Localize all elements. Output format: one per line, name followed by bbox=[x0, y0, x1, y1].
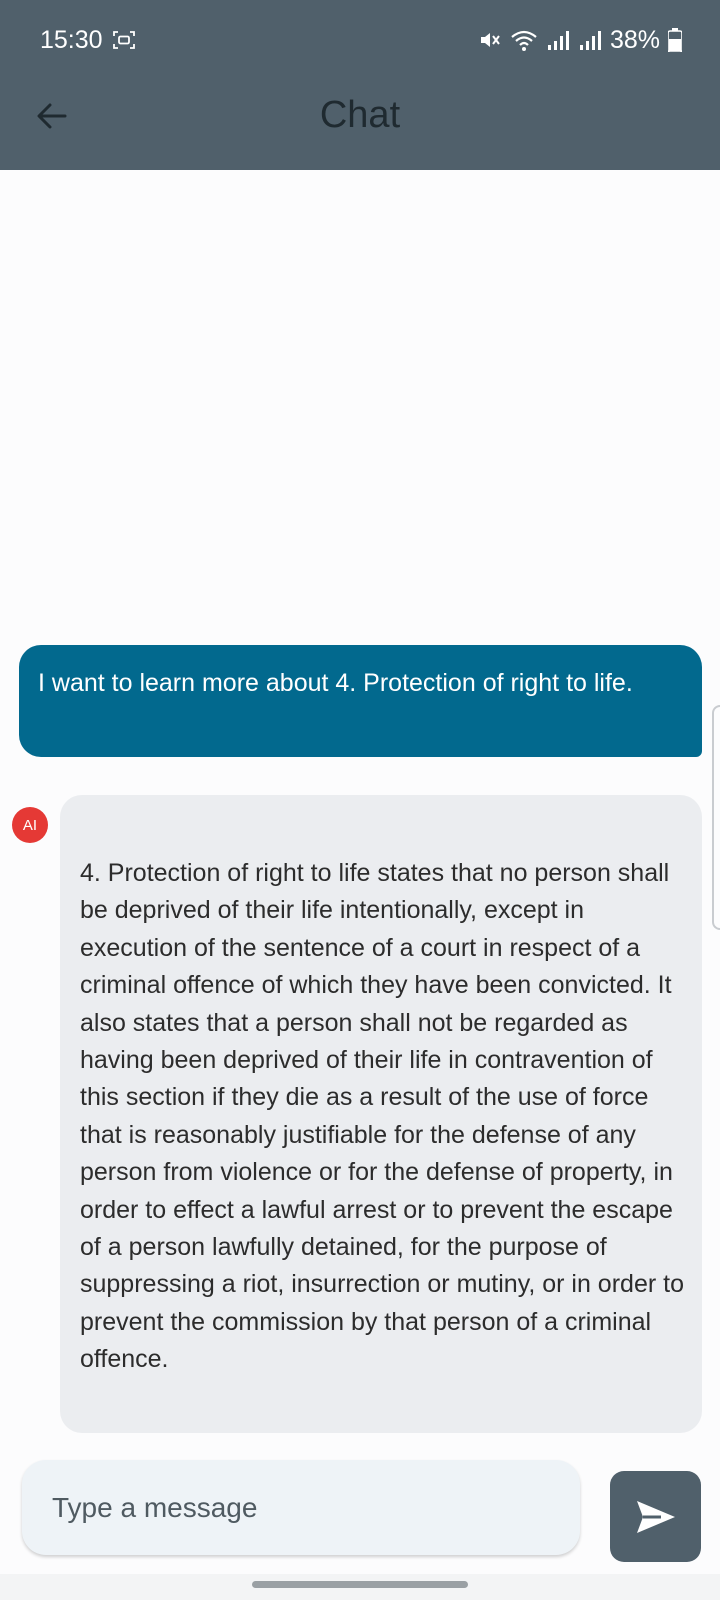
scroll-indicator[interactable] bbox=[712, 705, 720, 930]
ai-message: 4. Protection of right to life states th… bbox=[60, 795, 702, 1433]
screen-record-icon bbox=[113, 31, 135, 49]
home-indicator[interactable] bbox=[252, 1581, 468, 1588]
battery-icon bbox=[668, 28, 682, 52]
page-title: Chat bbox=[319, 94, 401, 136]
send-icon bbox=[636, 1500, 675, 1533]
signal-icon bbox=[547, 31, 569, 50]
status-time: 15:30 bbox=[40, 26, 103, 54]
mute-icon bbox=[480, 33, 500, 47]
ai-avatar: AI bbox=[12, 807, 48, 843]
app-header: 15:30 38% Chat bbox=[0, 0, 720, 170]
send-button[interactable] bbox=[610, 1471, 701, 1562]
status-icons: 38% bbox=[478, 22, 682, 58]
signal-icon-2 bbox=[579, 31, 601, 50]
battery-percent: 38% bbox=[609, 25, 660, 54]
message-composer bbox=[22, 1460, 580, 1555]
wifi-icon bbox=[511, 30, 537, 51]
system-nav-bar bbox=[0, 1574, 720, 1600]
message-input[interactable] bbox=[52, 1460, 552, 1555]
user-message: I want to learn more about 4. Protection… bbox=[19, 645, 702, 757]
